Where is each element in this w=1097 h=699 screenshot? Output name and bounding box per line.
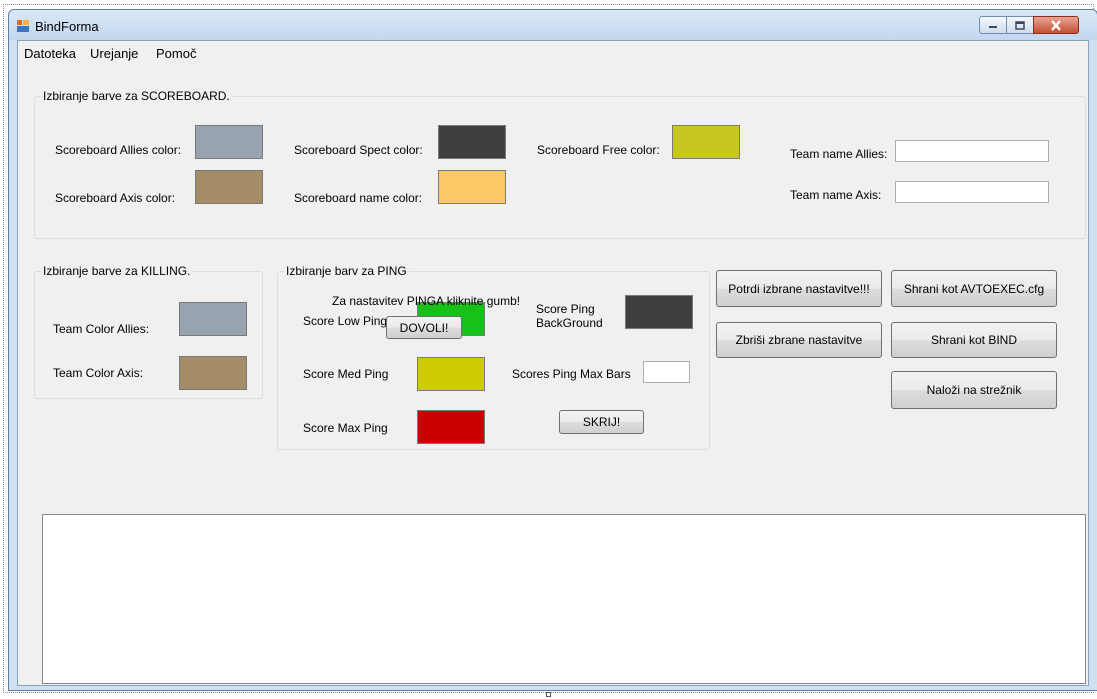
team-name-axis-label: Team name Axis:	[790, 188, 882, 202]
confirm-settings-button[interactable]: Potrdi izbrane nastavitve!!!	[716, 270, 882, 307]
minimize-button[interactable]	[979, 16, 1007, 34]
minimize-icon	[989, 26, 997, 28]
scoreboard-allies-swatch[interactable]	[195, 125, 263, 159]
scoreboard-name-label: Scoreboard name color:	[294, 191, 423, 205]
scoreboard-allies-label: Scoreboard Allies color:	[55, 143, 182, 157]
scoreboard-free-label: Scoreboard Free color:	[537, 143, 660, 157]
team-name-axis-input[interactable]	[895, 181, 1049, 203]
output-log-textbox[interactable]	[42, 514, 1086, 684]
form-client-area: Datoteka Urejanje Pomoč Izbiranje barve …	[17, 40, 1089, 686]
resize-grip-handle[interactable]	[546, 692, 551, 697]
window-title: BindForma	[35, 19, 99, 34]
scoreboard-free-swatch[interactable]	[672, 125, 740, 159]
team-color-axis-label: Team Color Axis:	[53, 366, 144, 380]
ping-max-bars-label: Scores Ping Max Bars	[512, 367, 631, 381]
ping-low-label: Score Low Ping	[303, 314, 388, 328]
team-name-allies-label: Team name Allies:	[790, 147, 888, 161]
delete-settings-button[interactable]: Zbriši zbrane nastavitve	[716, 322, 882, 358]
app-window: BindForma Datoteka Urejanje Pomoč Izbira…	[8, 9, 1097, 691]
ping-max-bars-input[interactable]	[643, 361, 690, 383]
upload-server-button[interactable]: Naloži na strežnik	[891, 371, 1057, 409]
ping-max-label: Score Max Ping	[303, 421, 388, 435]
ping-group: Izbiranje barv za PING Score Low Ping Za…	[277, 264, 710, 450]
ping-hint-text: Za nastavitev PINGA kliknite gumb!	[332, 294, 521, 308]
dovoli-button[interactable]: DOVOLI!	[386, 316, 462, 339]
ping-group-legend: Izbiranje barv za PING	[284, 264, 409, 278]
menu-bar: Datoteka Urejanje Pomoč	[18, 41, 1088, 63]
scoreboard-spect-label: Scoreboard Spect color:	[294, 143, 423, 157]
menu-datoteka[interactable]: Datoteka	[24, 46, 76, 61]
save-autoexec-button[interactable]: Shrani kot AVTOEXEC.cfg	[891, 270, 1057, 307]
save-bind-button[interactable]: Shrani kot BIND	[891, 322, 1057, 358]
menu-pomoc[interactable]: Pomoč	[156, 46, 196, 61]
team-color-axis-swatch[interactable]	[179, 356, 247, 390]
killing-group-legend: Izbiranje barve za KILLING.	[41, 264, 193, 278]
scoreboard-axis-label: Scoreboard Axis color:	[55, 191, 176, 205]
scoreboard-group: Izbiranje barve za SCOREBOARD. Scoreboar…	[34, 89, 1086, 239]
ping-max-swatch[interactable]	[417, 410, 485, 444]
maximize-icon	[1015, 20, 1025, 30]
ping-med-swatch[interactable]	[417, 357, 485, 391]
menu-urejanje[interactable]: Urejanje	[90, 46, 138, 61]
title-bar[interactable]: BindForma	[9, 10, 1097, 40]
skrij-button[interactable]: SKRIJ!	[559, 410, 644, 434]
killing-group: Izbiranje barve za KILLING. Team Color A…	[34, 264, 263, 399]
scoreboard-spect-swatch[interactable]	[438, 125, 506, 159]
team-name-allies-input[interactable]	[895, 140, 1049, 162]
maximize-button[interactable]	[1006, 16, 1034, 34]
close-button[interactable]	[1033, 16, 1079, 34]
scoreboard-axis-swatch[interactable]	[195, 170, 263, 204]
ping-background-label-line2: BackGround	[536, 316, 603, 330]
app-window-icon	[17, 20, 29, 32]
team-color-allies-swatch[interactable]	[179, 302, 247, 336]
ping-med-label: Score Med Ping	[303, 367, 389, 381]
ping-background-swatch[interactable]	[625, 295, 693, 329]
ping-background-label-line1: Score Ping	[536, 302, 595, 316]
scoreboard-group-legend: Izbiranje barve za SCOREBOARD.	[41, 89, 232, 103]
team-color-allies-label: Team Color Allies:	[53, 322, 150, 336]
scoreboard-name-swatch[interactable]	[438, 170, 506, 204]
close-icon	[1051, 19, 1061, 31]
